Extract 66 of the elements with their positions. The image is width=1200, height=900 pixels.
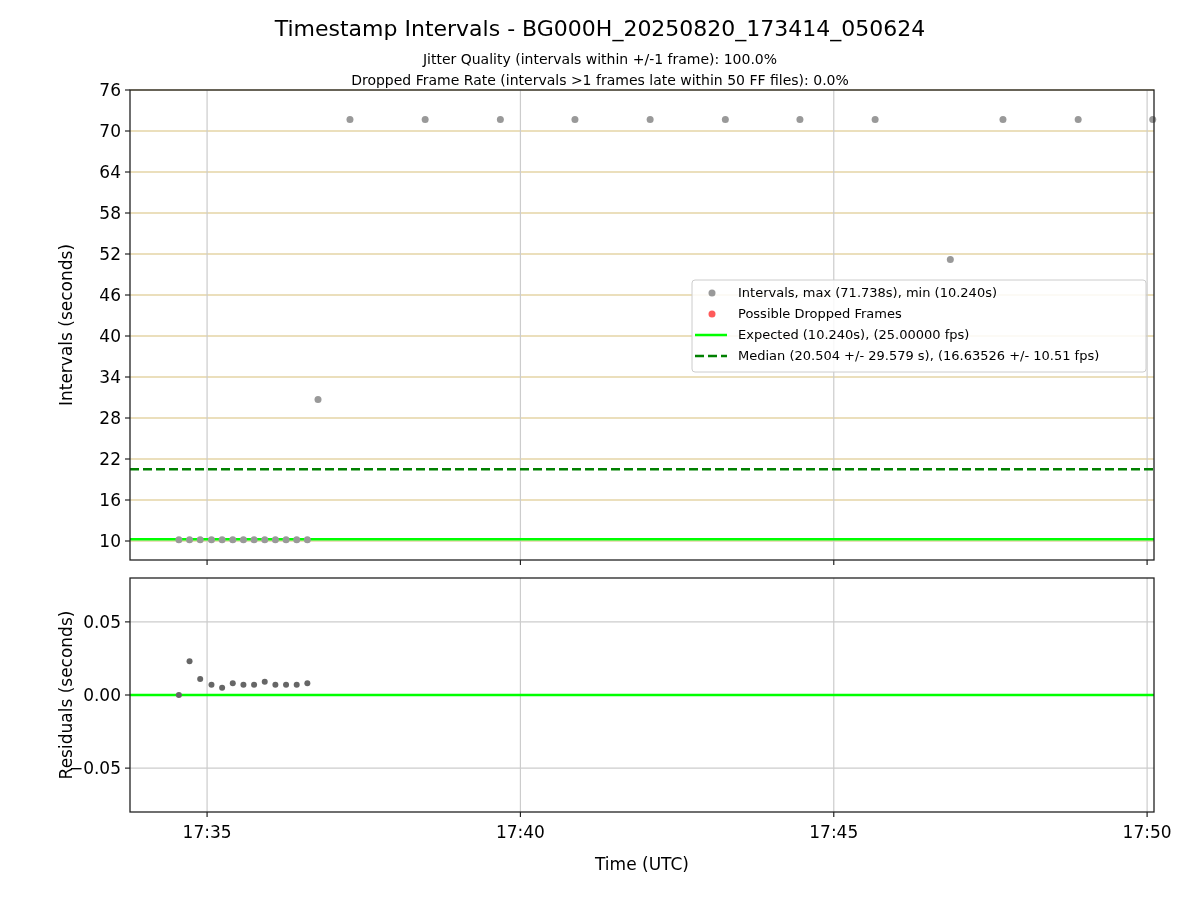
data-point [239,536,247,544]
figure-subtitle: Jitter Quality (intervals within +/-1 frame): 100.0% [422,51,778,67]
x-tick-label: 17:45 [809,822,859,842]
y-tick-label: 10 [99,531,121,551]
data-point [197,675,204,682]
data-point [946,255,954,263]
y-tick-label: 46 [99,285,121,305]
legend-label: Expected (10.240s), (25.00000 fps) [738,327,970,342]
y-tick-label: 16 [99,490,121,510]
data-point [496,115,504,123]
y-tick-label: 0.00 [83,685,121,705]
data-point [293,681,300,688]
data-point [261,678,268,685]
data-point [207,536,215,544]
data-point [999,115,1007,123]
data-point [871,115,879,123]
data-point [314,396,322,404]
y-tick-label: 76 [99,80,121,100]
data-point [250,536,258,544]
y-tick-label: 64 [99,162,121,182]
y-axis-label: Intervals (seconds) [56,243,76,407]
data-point [218,536,226,544]
data-point [421,115,429,123]
figure-title: Timestamp Intervals - BG000H_20250820_173414_050624 [274,16,926,41]
x-tick-label: 17:40 [495,822,545,842]
data-point [175,536,183,544]
data-point [229,680,236,687]
figure-subtitle: Dropped Frame Rate (intervals >1 frames late within 50 FF files): 0.0% [351,72,849,88]
data-point [271,536,279,544]
data-point [646,115,654,123]
x-tick-label: 17:50 [1122,822,1172,842]
data-point [219,684,226,691]
legend-label: Possible Dropped Frames [738,306,902,321]
data-point [186,658,193,665]
y-tick-label: 22 [99,449,121,469]
y-tick-label: 0.05 [83,611,121,632]
data-point [346,115,354,123]
data-point [571,115,579,123]
x-tick-label: 17:35 [182,822,232,842]
data-point [261,536,269,544]
data-point [303,536,311,544]
data-point [208,681,215,688]
data-point [293,536,301,544]
data-point [272,681,279,688]
data-point [175,692,182,698]
x-axis-label: Time (UTC) [595,854,689,874]
y-tick-label: 34 [99,367,121,387]
y-tick-label: 40 [99,326,121,346]
legend-label: Median (20.504 +/- 29.579 s), (16.63526 +/- 10.51 fps) [738,348,1100,363]
data-point [283,681,290,688]
y-tick-label: 28 [99,408,121,428]
y-tick-label: 58 [99,203,121,223]
data-point [1074,115,1082,123]
data-point [721,115,729,123]
data-point [229,536,237,544]
data-point [196,536,204,544]
data-point [796,115,804,123]
data-point [251,681,258,688]
data-point [282,536,290,544]
legend-label: Intervals, max (71.738s), min (10.240s) [738,285,997,300]
y-tick-label: 70 [99,121,121,141]
data-point [240,681,247,688]
y-tick-label: 52 [99,244,121,264]
data-point [186,536,194,544]
data-point [304,680,311,687]
data-point [1149,115,1157,123]
